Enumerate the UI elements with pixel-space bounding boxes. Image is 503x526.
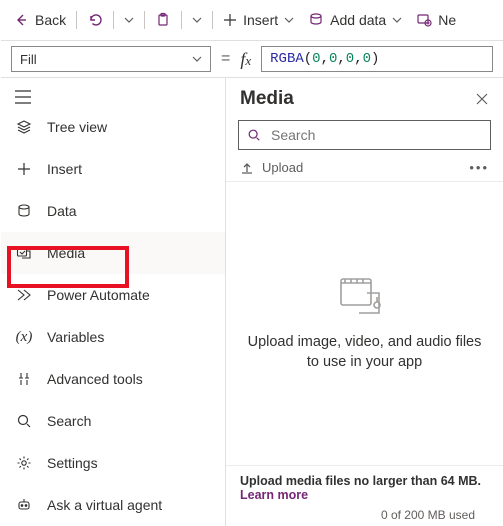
property-selector[interactable]: Fill [11, 46, 211, 72]
search-icon [247, 128, 261, 142]
nav-variables[interactable]: (x) Variables [1, 316, 225, 358]
add-data-label: Add data [330, 12, 386, 28]
database-icon [15, 203, 33, 219]
upload-label: Upload [262, 160, 303, 175]
nav-label: Ask a virtual agent [47, 497, 162, 513]
nav-label: Advanced tools [47, 371, 143, 387]
search-input[interactable] [269, 126, 482, 144]
media-icon [15, 245, 33, 261]
separator [181, 11, 182, 29]
new-screen-label: Ne [438, 12, 456, 28]
empty-state: Upload image, video, and audio files to … [226, 182, 503, 465]
command-bar: Back [1, 0, 503, 40]
nav-label: Settings [47, 455, 98, 471]
left-nav: Tree view Insert Data Media Power Automa… [1, 78, 226, 526]
search-icon [15, 413, 33, 429]
close-icon[interactable] [475, 92, 489, 106]
layers-icon [15, 119, 33, 135]
undo-button[interactable] [81, 6, 109, 34]
nav-label: Variables [47, 329, 104, 345]
paste-button[interactable] [149, 6, 177, 34]
formula-input[interactable]: RGBA(0, 0, 0, 0) [261, 46, 493, 72]
back-label: Back [35, 12, 66, 28]
hamburger-button[interactable] [1, 84, 225, 106]
separator [113, 11, 114, 29]
gear-icon [15, 455, 33, 471]
separator [76, 11, 77, 29]
variable-icon: (x) [15, 329, 33, 346]
nav-label: Data [47, 203, 77, 219]
nav-virtual-agent[interactable]: Ask a virtual agent [1, 484, 225, 526]
arrow-left-icon [13, 12, 29, 28]
upload-icon [240, 161, 254, 175]
nav-settings[interactable]: Settings [1, 442, 225, 484]
upload-button[interactable]: Upload [240, 160, 303, 175]
flow-icon [15, 287, 33, 303]
nav-label: Media [47, 245, 85, 261]
new-screen-button[interactable]: Ne [410, 6, 462, 34]
chevron-down-icon [124, 15, 134, 25]
equals-sign: = [221, 50, 230, 68]
panel-footer: Upload media files no larger than 64 MB.… [226, 465, 503, 526]
quota-text: 0 of 200 MB used [240, 502, 489, 522]
paste-icon [155, 12, 171, 28]
learn-more-link[interactable]: Learn more [240, 488, 308, 502]
chevron-down-icon [192, 54, 202, 64]
nav-insert[interactable]: Insert [1, 148, 225, 190]
nav-tree-view[interactable]: Tree view [1, 106, 225, 148]
separator [212, 11, 213, 29]
plus-icon [15, 161, 33, 177]
undo-menu[interactable] [118, 6, 140, 34]
undo-icon [87, 12, 103, 28]
nav-advanced-tools[interactable]: Advanced tools [1, 358, 225, 400]
fx-icon[interactable]: fx [240, 49, 251, 70]
tools-icon [15, 371, 33, 387]
separator [144, 11, 145, 29]
nav-search[interactable]: Search [1, 400, 225, 442]
media-panel: Media Upload ••• [226, 78, 503, 526]
bot-icon [15, 497, 33, 513]
nav-label: Tree view [47, 119, 107, 135]
nav-label: Power Automate [47, 287, 150, 303]
insert-button[interactable]: Insert [217, 6, 300, 34]
paste-menu[interactable] [186, 6, 208, 34]
panel-title: Media [240, 88, 294, 110]
nav-power-automate[interactable]: Power Automate [1, 274, 225, 316]
chevron-down-icon [192, 15, 202, 25]
empty-message: Upload image, video, and audio files to … [246, 333, 483, 372]
more-icon[interactable]: ••• [469, 160, 489, 175]
add-data-button[interactable]: Add data [302, 6, 408, 34]
nav-label: Search [47, 413, 91, 429]
back-button[interactable]: Back [7, 6, 72, 34]
footer-hint: Upload media files no larger than 64 MB. [240, 474, 481, 488]
search-box[interactable] [238, 120, 491, 150]
property-name: Fill [20, 52, 37, 67]
chevron-down-icon [284, 15, 294, 25]
nav-data[interactable]: Data [1, 190, 225, 232]
plus-icon [223, 13, 237, 27]
formula-fn: RGBA [270, 51, 304, 67]
insert-label: Insert [243, 12, 278, 28]
formula-bar: Fill = fx RGBA(0, 0, 0, 0) [1, 40, 503, 78]
media-placeholder-icon [337, 275, 393, 319]
screen-icon [416, 12, 432, 28]
nav-media[interactable]: Media [1, 232, 225, 274]
database-icon [308, 12, 324, 28]
nav-label: Insert [47, 161, 82, 177]
chevron-down-icon [392, 15, 402, 25]
